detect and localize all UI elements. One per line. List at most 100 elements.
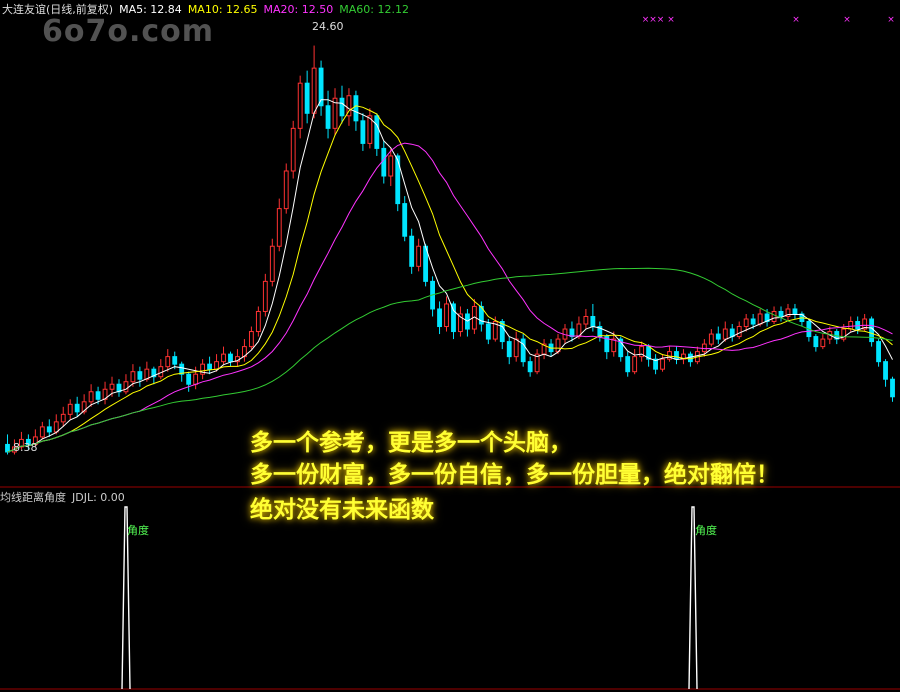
candle-body: [172, 356, 178, 365]
low-price-label: 8.38: [13, 441, 38, 454]
ma20-line: [7, 142, 893, 453]
candle-body: [743, 318, 749, 328]
candle-body: [674, 351, 679, 360]
candle-body: [848, 321, 854, 330]
indicator-layer: [121, 506, 698, 690]
candle-body: [437, 308, 442, 328]
candle-body: [60, 413, 66, 423]
candle-body: [374, 115, 380, 149]
ma10-value: MA10: 12.65: [187, 3, 258, 16]
candle-body: [109, 383, 115, 390]
overlay-line-3: 绝对没有未来函数: [250, 496, 434, 523]
candle-body: [715, 333, 721, 340]
candle-body: [269, 245, 275, 282]
candle-body: [820, 338, 826, 348]
stock-title: 大连友谊(日线,前复权): [2, 3, 114, 16]
top-mark: ×: [792, 15, 800, 25]
overlay-line-2: 多一份财富，多一份自信，多一份胆量，绝对翻倍！: [250, 461, 779, 488]
candle-body: [228, 353, 233, 363]
angle-label-2: 角度: [695, 524, 717, 537]
candle-body: [409, 235, 415, 267]
chart-stage[interactable]: ××× × × × × 6o7o.com 大连友谊(日线,前复权) MA5: 12.84 M…: [0, 0, 900, 692]
candle-body: [276, 208, 282, 247]
candle-body: [876, 341, 881, 363]
watermark: 6o7o.com: [42, 14, 215, 49]
candle-body: [262, 280, 268, 312]
candle-body: [304, 82, 310, 114]
candle-body: [722, 328, 728, 340]
candle-body: [757, 313, 763, 325]
candle-body: [513, 338, 519, 358]
candle-body: [95, 391, 101, 400]
top-mark: ×: [667, 15, 675, 25]
indicator-value: JDJL: 0.00: [72, 491, 125, 504]
top-marks-layer: ××× × × × ×: [642, 15, 895, 25]
candle-body: [311, 67, 317, 114]
candle-body: [583, 315, 589, 325]
candle-body: [890, 378, 895, 398]
candle-body: [701, 343, 707, 353]
candle-body: [186, 373, 192, 385]
ma5-line: [7, 99, 893, 453]
candle-body: [248, 331, 254, 348]
candle-body: [193, 373, 199, 385]
candles-layer: [5, 45, 895, 455]
candle-body: [632, 356, 638, 373]
indicator-title: 均线距离角度: [0, 491, 66, 504]
candle-body: [88, 391, 94, 403]
candle-body: [221, 353, 226, 363]
angle-label-1: 角度: [127, 524, 149, 537]
candle-body: [381, 147, 387, 177]
candle-body: [360, 120, 366, 144]
candle-body: [660, 358, 665, 370]
candle-body: [883, 361, 888, 380]
high-price-label: 24.60: [312, 20, 344, 33]
candle-body: [123, 381, 129, 393]
candle-body: [46, 426, 52, 433]
candle-body: [5, 443, 10, 453]
top-mark: ×××: [642, 15, 665, 25]
candle-body: [388, 155, 394, 177]
candle-body: [625, 356, 631, 373]
candle-body: [353, 95, 359, 122]
candle-body: [39, 426, 45, 438]
top-mark: ×: [887, 15, 895, 25]
candle-body: [444, 303, 449, 328]
candle-body: [485, 323, 491, 340]
candle-body: [750, 318, 756, 325]
candle-body: [506, 341, 512, 358]
ma5-value: MA5: 12.84: [119, 3, 182, 16]
candle-body: [207, 363, 212, 370]
candle-body: [53, 421, 59, 433]
candle-body: [283, 170, 289, 210]
top-mark: ×: [843, 15, 851, 25]
candle-body: [165, 356, 171, 368]
candle-body: [527, 361, 533, 373]
overlay-line-1: 多一个参考，更是多一个头脑，: [250, 429, 572, 456]
ma20-value: MA20: 12.50: [263, 3, 334, 16]
candle-body: [297, 82, 303, 129]
candle-body: [67, 403, 73, 415]
candle-body: [590, 315, 596, 328]
candle-body: [402, 203, 408, 237]
candle-body: [708, 333, 714, 345]
indicator-header: 均线距离角度 JDJL: 0.00: [0, 489, 131, 505]
ma60-value: MA60: 12.12: [339, 3, 409, 16]
candle-body: [813, 336, 819, 348]
candle-body: [416, 245, 422, 267]
candle-body: [137, 371, 143, 380]
candle-body: [74, 403, 80, 413]
candle-body: [778, 310, 784, 317]
candle-body: [792, 308, 798, 315]
candle-body: [339, 97, 345, 117]
main-chart-header: 大连友谊(日线,前复权) MA5: 12.84 MA10: 12.65 MA20: 1…: [2, 1, 415, 17]
candle-body: [290, 127, 296, 172]
candle-body: [214, 361, 219, 370]
candle-body: [520, 338, 526, 363]
candle-body: [869, 318, 875, 343]
chart-canvas[interactable]: ××× × × × ×: [0, 0, 900, 692]
candle-body: [255, 310, 261, 333]
candle-body: [736, 326, 742, 338]
candle-body: [325, 105, 331, 129]
candle-body: [130, 371, 136, 383]
